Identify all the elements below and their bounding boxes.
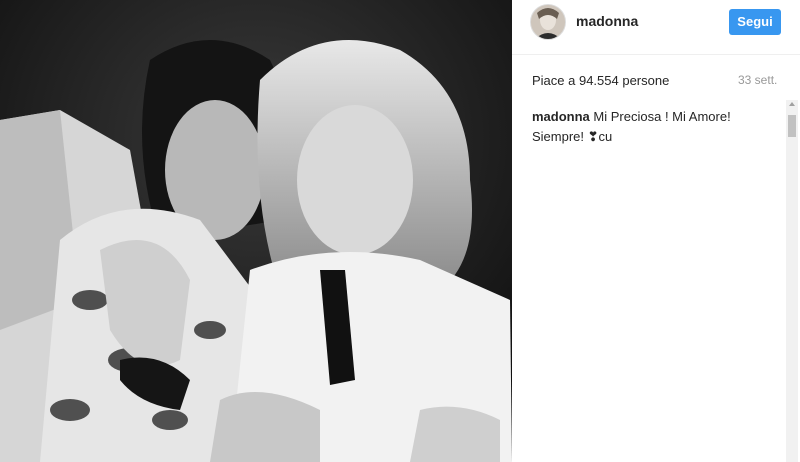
avatar-image xyxy=(531,5,565,39)
photo-illustration xyxy=(0,0,512,462)
scroll-up-arrow-icon[interactable] xyxy=(789,102,795,106)
header-username[interactable]: madonna xyxy=(576,13,638,29)
caption-username[interactable]: madonna xyxy=(532,109,590,124)
post-timestamp[interactable]: 33 sett. xyxy=(738,73,777,87)
follow-button[interactable]: Segui xyxy=(729,9,781,35)
comments-scrollbar[interactable] xyxy=(786,100,798,462)
likes-count[interactable]: Piace a 94.554 persone xyxy=(532,73,669,88)
post-side-panel: madonna Segui Piace a 94.554 persone 33 … xyxy=(512,0,800,462)
caption: madonna Mi Preciosa ! Mi Amore! Siempre!… xyxy=(532,107,782,147)
post-photo[interactable] xyxy=(0,0,512,462)
scroll-thumb[interactable] xyxy=(788,115,796,137)
post-header: madonna Segui xyxy=(512,0,800,55)
avatar[interactable] xyxy=(530,4,566,40)
